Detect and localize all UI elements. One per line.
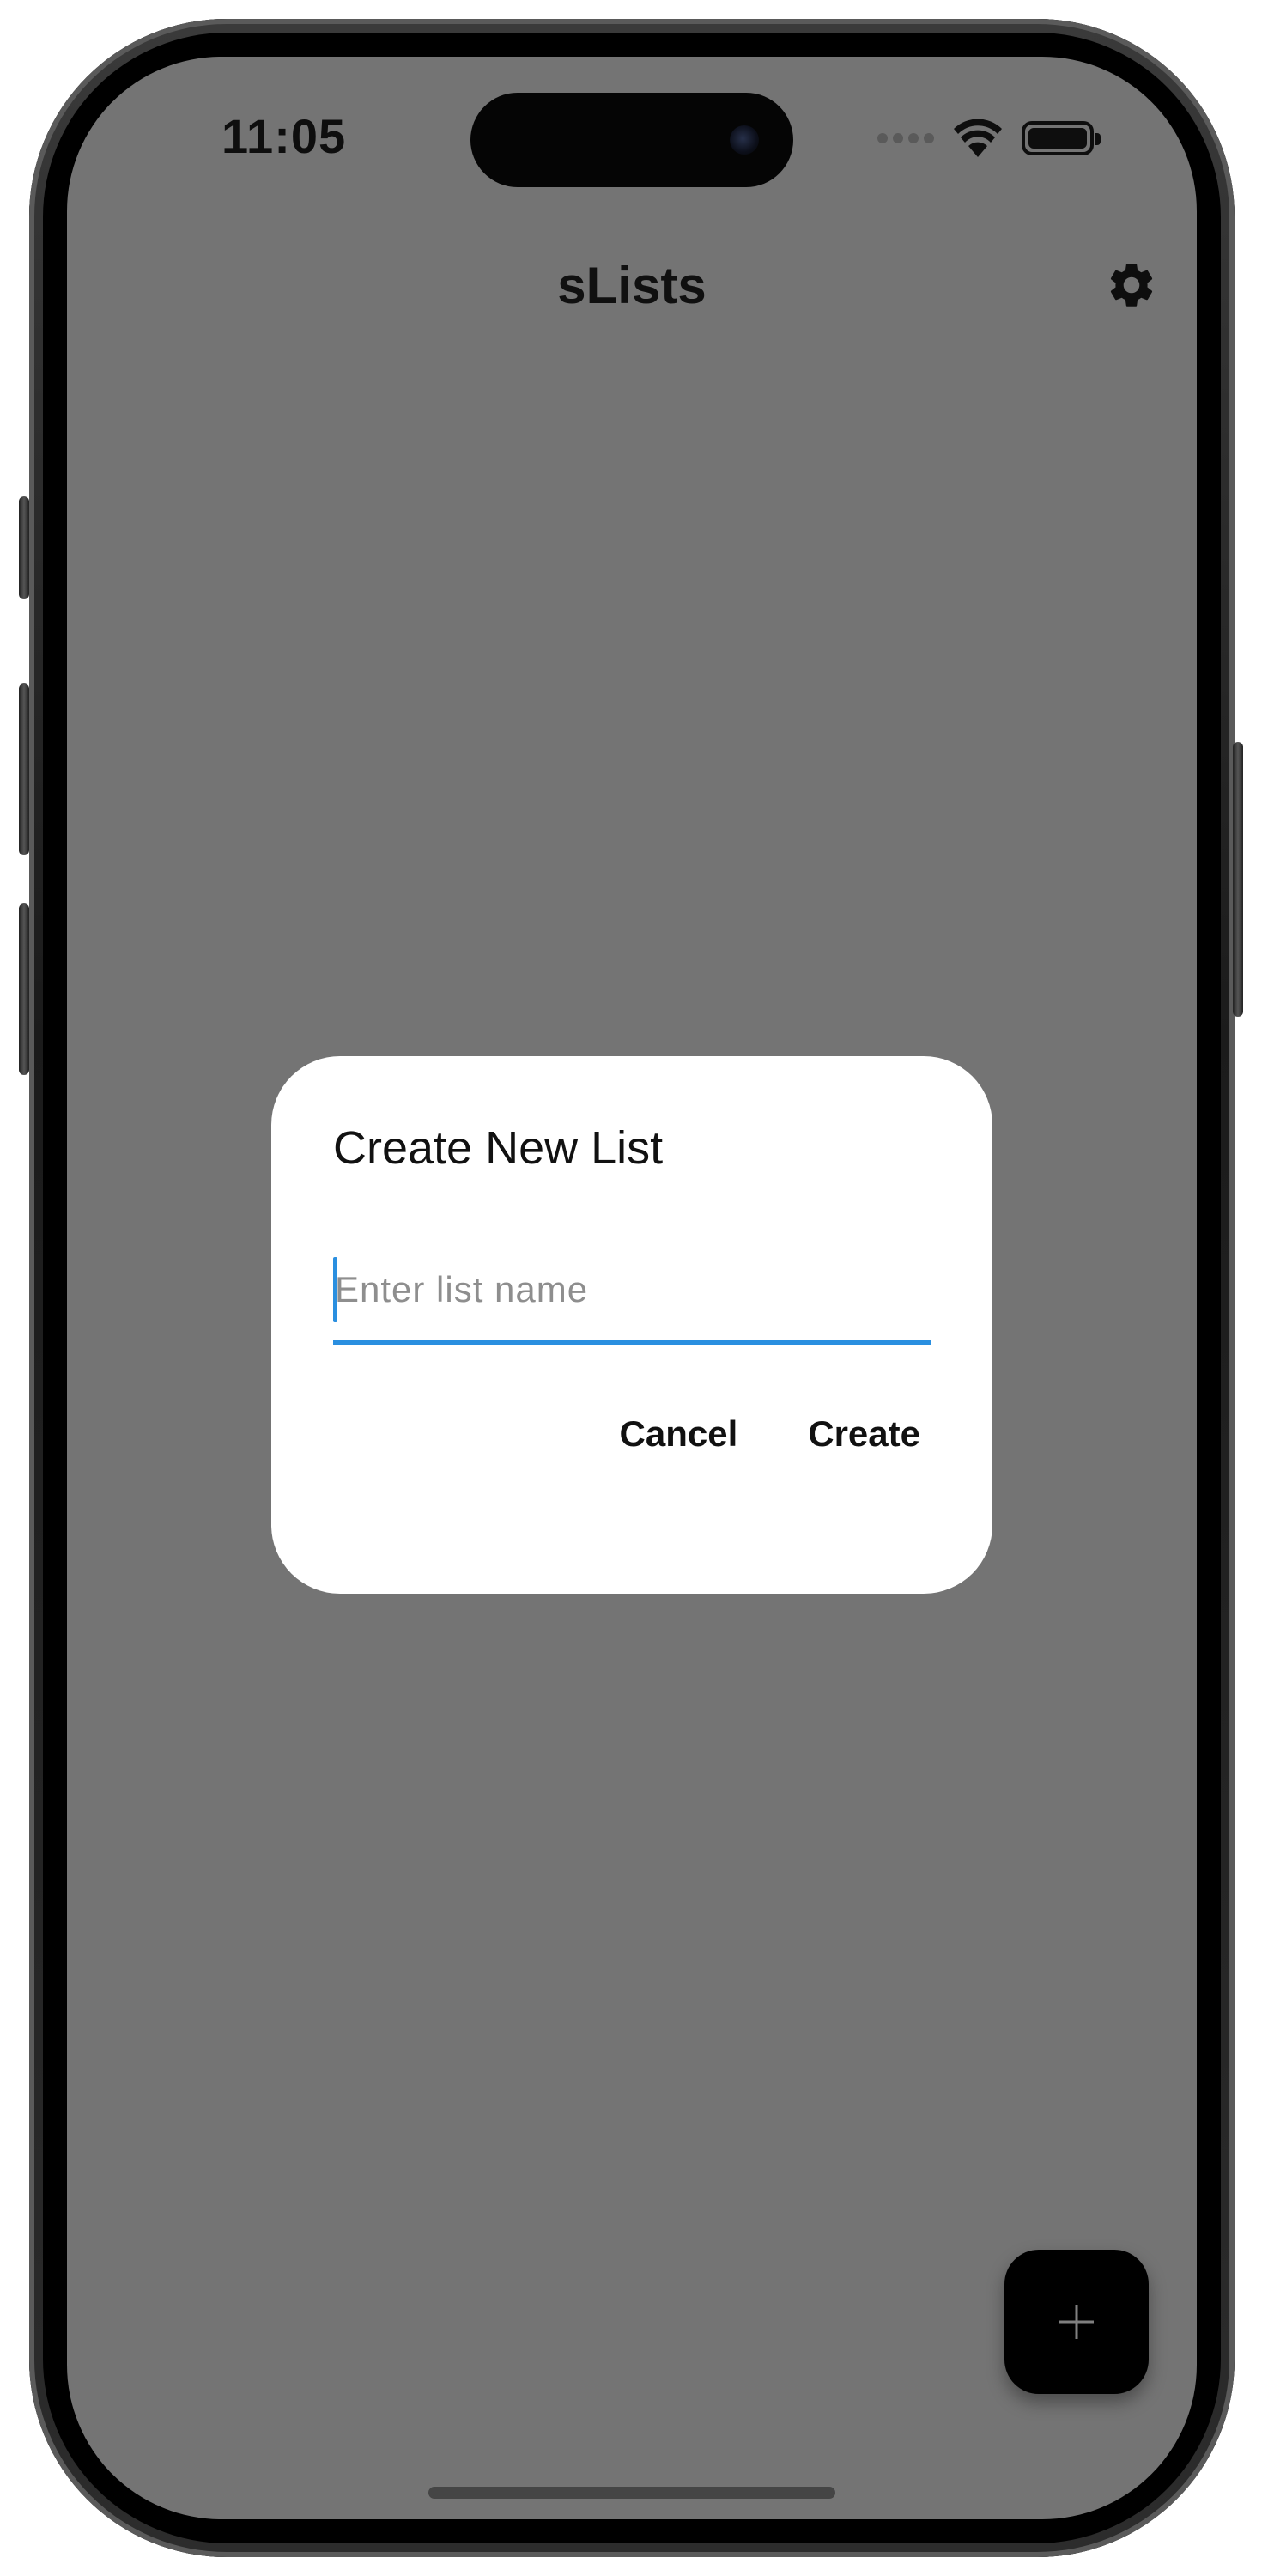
settings-button[interactable]	[1097, 251, 1166, 319]
dialog-actions: Cancel Create	[610, 1406, 931, 1461]
list-name-input[interactable]	[333, 1250, 931, 1340]
plus-icon	[1059, 2305, 1094, 2339]
cancel-button[interactable]: Cancel	[610, 1406, 749, 1461]
battery-icon	[1022, 121, 1101, 155]
app-screen: 11:05 sLists Create New List Cancel	[67, 57, 1197, 2519]
action-button	[19, 496, 29, 599]
wifi-icon	[954, 119, 1002, 157]
list-name-field	[333, 1250, 931, 1345]
gear-icon	[1110, 264, 1153, 307]
dialog-title: Create New List	[333, 1122, 664, 1174]
camera-lens-icon	[730, 125, 759, 155]
status-time: 11:05	[221, 109, 347, 163]
home-indicator[interactable]	[428, 2487, 835, 2499]
create-list-dialog: Create New List Cancel Create	[271, 1056, 992, 1594]
volume-down-button	[19, 903, 29, 1075]
volume-up-button	[19, 683, 29, 855]
add-list-button[interactable]	[1004, 2250, 1149, 2394]
power-button	[1233, 742, 1243, 1017]
page-title: sLists	[557, 257, 707, 314]
status-indicators	[877, 117, 1101, 160]
create-button[interactable]: Create	[798, 1406, 931, 1461]
dynamic-island	[470, 93, 793, 187]
cellular-signal-icon	[877, 133, 934, 143]
